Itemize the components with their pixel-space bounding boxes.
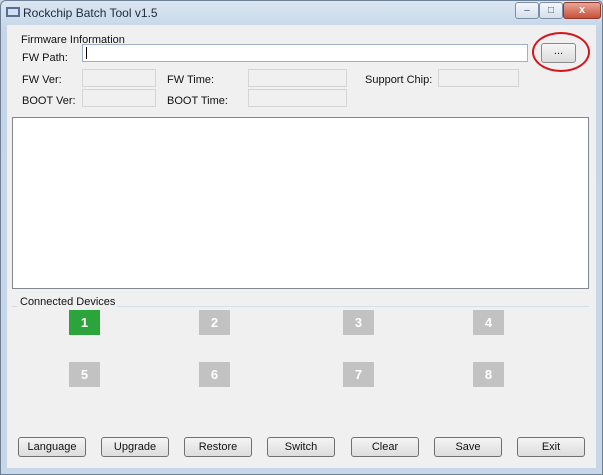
minimize-icon: – xyxy=(524,5,530,16)
window-title: Rockchip Batch Tool v1.5 xyxy=(23,6,158,20)
log-output-area[interactable] xyxy=(12,117,589,289)
close-icon: x xyxy=(578,4,586,16)
app-window: Rockchip Batch Tool v1.5 – □ x Firmware … xyxy=(0,0,603,475)
support-chip-label: Support Chip: xyxy=(365,74,433,86)
fw-ver-label: FW Ver: xyxy=(22,74,62,86)
maximize-icon: □ xyxy=(547,5,555,16)
fw-ver-field xyxy=(82,69,156,87)
language-button[interactable]: Language xyxy=(18,437,86,457)
boot-ver-label: BOOT Ver: xyxy=(22,95,76,107)
device-slot-3: 3 xyxy=(343,310,374,335)
highlight-annotation-circle xyxy=(532,32,590,72)
devices-group-title: Connected Devices xyxy=(18,296,118,308)
fw-time-field xyxy=(248,69,347,87)
device-slot-8: 8 xyxy=(473,362,504,387)
boot-time-label: BOOT Time: xyxy=(167,95,228,107)
switch-button[interactable]: Switch xyxy=(267,437,335,457)
support-chip-field xyxy=(438,69,519,87)
title-bar[interactable]: Rockchip Batch Tool v1.5 – □ x xyxy=(1,1,602,25)
minimize-button[interactable]: – xyxy=(515,2,539,19)
device-slot-5: 5 xyxy=(69,362,100,387)
fw-path-label: FW Path: xyxy=(22,52,68,64)
fw-path-input[interactable] xyxy=(82,44,528,62)
device-slot-6: 6 xyxy=(199,362,230,387)
text-caret xyxy=(86,47,87,59)
fw-time-label: FW Time: xyxy=(167,74,215,86)
boot-ver-field xyxy=(82,89,156,107)
maximize-button[interactable]: □ xyxy=(539,2,563,19)
save-button[interactable]: Save xyxy=(434,437,502,457)
upgrade-button[interactable]: Upgrade xyxy=(101,437,169,457)
device-slot-7: 7 xyxy=(343,362,374,387)
device-slot-2: 2 xyxy=(199,310,230,335)
boot-time-field xyxy=(248,89,347,107)
device-slot-1: 1 xyxy=(69,310,100,335)
app-icon xyxy=(6,7,20,17)
exit-button[interactable]: Exit xyxy=(517,437,585,457)
close-button[interactable]: x xyxy=(563,2,601,19)
device-slot-4: 4 xyxy=(473,310,504,335)
clear-button[interactable]: Clear xyxy=(351,437,419,457)
restore-button[interactable]: Restore xyxy=(184,437,252,457)
client-area: Firmware Information FW Path: ... FW Ver… xyxy=(7,25,596,468)
